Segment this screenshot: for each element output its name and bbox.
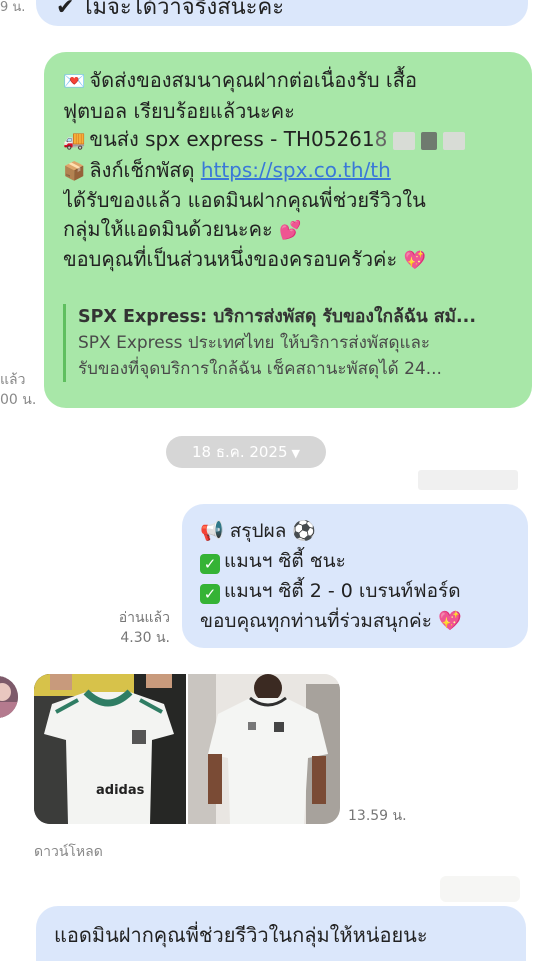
message-text: แอดมินฝากคุณพี่ช่วยรีวิวในกลุ่มให้หน่อยน… [54, 923, 428, 947]
message-line: ได้รับของแล้ว แอดมินฝากคุณพี่ช่วยรีวิวใน [63, 188, 426, 212]
message-time-top: 9 น. [0, 0, 26, 15]
message-line: ขอบคุณทุกท่านที่ร่วมสนุกค่ะ [200, 610, 432, 632]
message-bubble-bottom[interactable]: แอดมินฝากคุณพี่ช่วยรีวิวในกลุ่มให้หน่อยน… [36, 906, 526, 961]
redacted-block [421, 131, 438, 150]
link-preview[interactable]: SPX Express: บริการส่งพัสดุ รับของใกล้ฉั… [63, 304, 513, 382]
photo-jersey-flat[interactable]: adidas [34, 674, 186, 824]
redacted-block [443, 131, 466, 150]
message-line: ลิงก์เช็กพัสดุ [89, 157, 195, 182]
link-preview-title: SPX Express: บริการส่งพัสดุ รับของใกล้ฉั… [78, 307, 476, 327]
tracking-link[interactable]: https://spx.co.th/th [201, 158, 391, 182]
package-icon: 📦 [63, 160, 86, 182]
love-letter-icon: 💌 [63, 71, 86, 92]
avatar[interactable] [0, 676, 18, 718]
sparkling-heart-icon: 💖 [403, 250, 426, 271]
download-link[interactable]: ดาวน์โหลด [34, 842, 103, 862]
message-text: ไม่จะได้ว่าจริงสนะคะ [81, 0, 285, 20]
read-status: แล้ว [0, 372, 26, 388]
message-time: 4.30 น. [120, 630, 170, 646]
message-time: 13.59 น. [348, 808, 407, 824]
message-line: จัดส่งของสมนาคุณฝากต่อเนื่องรับ เสื้อ [89, 68, 417, 92]
tracking-number-partial: 8 [374, 127, 388, 151]
date-label: 18 ธ.ค. 2025 [192, 443, 288, 461]
message-meta: อ่านแล้ว 4.30 น. [100, 608, 170, 648]
message-line: แมนฯ ซิตี้ 2 - 0 เบรนท์ฟอร์ด [224, 580, 461, 602]
message-line: ขนส่ง spx express - TH05261 [89, 127, 375, 151]
redacted-block [418, 470, 518, 490]
message-line: ฟุตบอล เรียบร้อยแล้วนะคะ [63, 98, 295, 123]
message-line: ขอบคุณที่เป็นส่วนหนึ่งของครอบครัวค่ะ [63, 247, 398, 271]
chevron-down-icon: ▼ [291, 447, 300, 460]
message-line: กลุ่มให้แอดมินด้วยนะคะ [63, 216, 273, 241]
soccer-ball-icon: ⚽ [292, 520, 317, 542]
photo-jersey-worn[interactable] [188, 674, 340, 824]
truck-icon: 🚚 [63, 130, 86, 151]
message-bubble-top[interactable]: ✔ ไม่จะได้ว่าจริงสนะคะ [36, 0, 528, 26]
message-meta-left: แล้ว 00 น. [0, 370, 36, 410]
check-mark-icon: ✓ [200, 584, 220, 604]
link-preview-description: รับของที่จุดบริการใกล้ฉัน เช็คสถานะพัสดุ… [78, 359, 442, 379]
message-line: สรุปผล [229, 520, 287, 542]
message-time: 00 น. [0, 392, 37, 408]
sparkling-heart-icon: 💖 [437, 610, 462, 632]
check-mark-icon: ✓ [200, 554, 220, 574]
message-bubble-result[interactable]: 📢 สรุปผล ⚽ ✓ แมนฯ ซิตี้ ชนะ ✓ แมนฯ ซิตี้ 2… [182, 504, 528, 648]
read-status: อ่านแล้ว [118, 610, 170, 626]
check-icon: ✔ [56, 0, 82, 20]
redacted-block [393, 131, 416, 150]
date-separator[interactable]: 18 ธ.ค. 2025 ▼ [166, 436, 326, 468]
svg-text:adidas: adidas [96, 783, 145, 798]
megaphone-icon: 📢 [200, 520, 230, 542]
redacted-block [440, 876, 520, 902]
two-hearts-icon: 💕 [279, 219, 302, 241]
link-preview-description: SPX Express ประเทศไทย ให้บริการส่งพัสดุแ… [78, 333, 431, 353]
message-bubble-shipping[interactable]: 💌 จัดส่งของสมนาคุณฝากต่อเนื่องรับ เสื้อ ฟ… [44, 52, 532, 408]
message-line: แมนฯ ซิตี้ ชนะ [224, 550, 346, 572]
